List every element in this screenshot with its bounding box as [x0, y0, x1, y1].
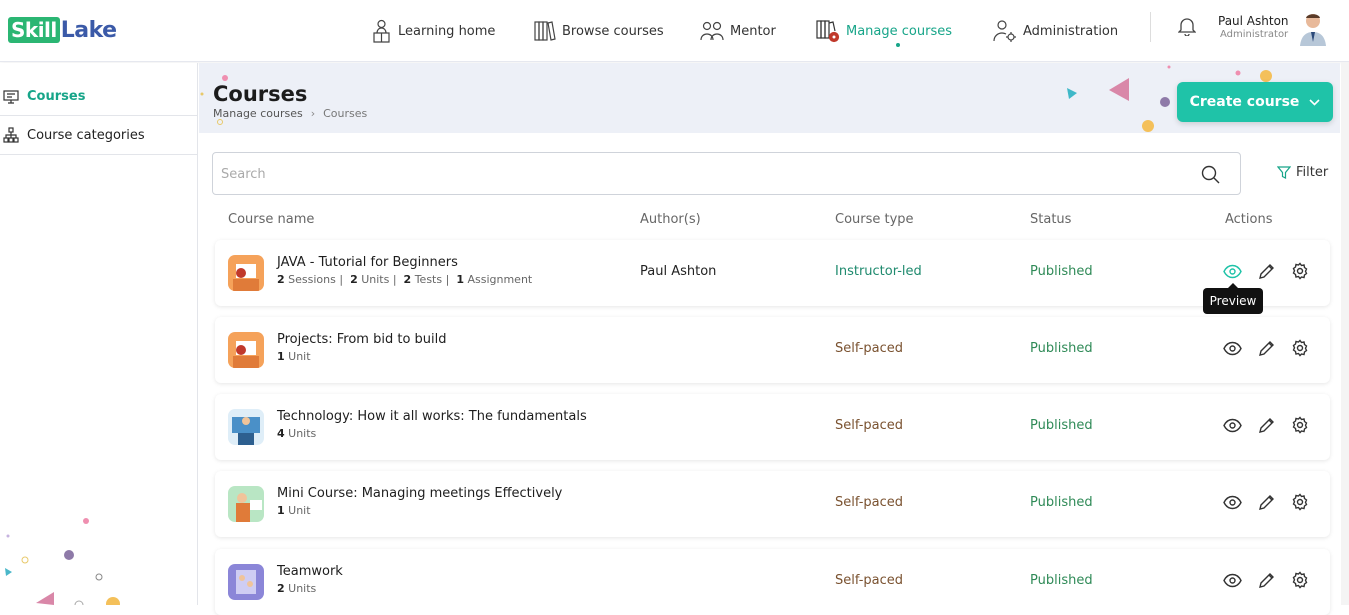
user-role: Administrator — [1220, 29, 1289, 40]
search-icon[interactable] — [1201, 165, 1220, 184]
course-type: Self-paced — [835, 495, 904, 510]
course-thumbnail — [228, 486, 264, 522]
table-row[interactable]: Mini Course: Managing meetings Effective… — [215, 471, 1330, 537]
learning-home-icon — [373, 19, 390, 43]
filter-icon — [1277, 166, 1291, 179]
course-status: Published — [1030, 341, 1093, 356]
course-title[interactable]: Projects: From bid to build — [277, 332, 447, 347]
sidebar: Courses Course categories — [0, 63, 198, 605]
preview-eye-icon[interactable] — [1223, 571, 1242, 590]
manage-courses-icon — [816, 20, 840, 43]
table-row[interactable]: JAVA - Tutorial for Beginners 2 Sessions… — [215, 240, 1330, 306]
settings-gear-icon[interactable] — [1291, 493, 1309, 511]
course-thumbnail — [228, 564, 264, 600]
nav-label: Manage courses — [846, 23, 952, 39]
scrollbar[interactable] — [1341, 62, 1349, 605]
create-course-button[interactable]: Create course — [1177, 82, 1333, 122]
nav-label: Mentor — [730, 23, 776, 39]
nav-label: Learning home — [398, 23, 496, 39]
sidebar-item-label: Course categories — [27, 127, 145, 143]
nav-browse-courses[interactable]: Browse courses — [534, 0, 664, 62]
course-thumbnail — [228, 332, 264, 368]
mentor-icon — [700, 21, 724, 41]
column-header-status: Status — [1030, 212, 1072, 227]
decorative-confetti — [200, 65, 1272, 132]
course-title[interactable]: Teamwork — [277, 564, 343, 579]
column-header-actions: Actions — [1225, 212, 1273, 227]
course-status: Published — [1030, 418, 1093, 433]
sidebar-item-course-categories[interactable]: Course categories — [0, 116, 197, 155]
preview-eye-icon[interactable] — [1223, 493, 1242, 512]
top-navigation-bar: Skill Lake Learning home Browse courses M… — [0, 0, 1349, 62]
settings-gear-icon[interactable] — [1291, 416, 1309, 434]
edit-pencil-icon[interactable] — [1258, 339, 1276, 357]
course-meta: 1 Unit — [277, 504, 311, 517]
course-status: Published — [1030, 264, 1093, 279]
search-input[interactable] — [221, 163, 1181, 185]
course-type: Instructor-led — [835, 264, 922, 279]
user-name[interactable]: Paul Ashton — [1218, 14, 1289, 28]
course-status: Published — [1030, 573, 1093, 588]
course-type: Self-paced — [835, 573, 904, 588]
course-title[interactable]: JAVA - Tutorial for Beginners — [277, 255, 458, 270]
edit-pencil-icon[interactable] — [1258, 416, 1276, 434]
edit-pencil-icon[interactable] — [1258, 262, 1276, 280]
course-title[interactable]: Mini Course: Managing meetings Effective… — [277, 486, 562, 501]
logo-text-lake: Lake — [60, 17, 117, 43]
column-header-course-type: Course type — [835, 212, 914, 227]
preview-eye-icon[interactable] — [1223, 262, 1242, 281]
nav-manage-courses[interactable]: Manage courses — [816, 0, 952, 62]
settings-gear-icon[interactable] — [1291, 339, 1309, 357]
edit-pencil-icon[interactable] — [1258, 493, 1276, 511]
nav-mentor[interactable]: Mentor — [700, 0, 776, 62]
filter-label: Filter — [1296, 165, 1329, 180]
course-meta: 1 Unit — [277, 350, 311, 363]
create-course-label: Create course — [1189, 94, 1300, 110]
column-header-authors: Author(s) — [640, 212, 701, 227]
sidebar-item-courses[interactable]: Courses — [0, 63, 197, 116]
edit-pencil-icon[interactable] — [1258, 571, 1276, 589]
course-status: Published — [1030, 495, 1093, 510]
skilllake-logo[interactable]: Skill Lake — [8, 15, 117, 45]
chevron-down-icon — [1309, 98, 1320, 106]
preview-eye-icon[interactable] — [1223, 416, 1242, 435]
course-type: Self-paced — [835, 418, 904, 433]
nav-administration[interactable]: Administration — [993, 0, 1118, 62]
decorative-confetti — [5, 518, 120, 605]
table-row[interactable]: Teamwork 2 Units Self-paced Published — [215, 549, 1330, 615]
nav-label: Browse courses — [562, 23, 664, 39]
monitor-icon — [3, 90, 19, 104]
course-meta: 4 Units — [277, 427, 317, 440]
course-author: Paul Ashton — [640, 264, 717, 279]
filter-button[interactable]: Filter — [1277, 165, 1328, 180]
user-avatar[interactable] — [1296, 10, 1330, 46]
nav-learning-home[interactable]: Learning home — [371, 0, 495, 62]
notifications-bell-icon[interactable] — [1177, 16, 1197, 40]
table-row[interactable]: Technology: How it all works: The fundam… — [215, 394, 1330, 460]
administration-icon — [993, 20, 1016, 42]
column-header-course-name: Course name — [228, 212, 315, 227]
hierarchy-icon — [3, 127, 19, 143]
nav-divider — [1150, 12, 1151, 42]
active-indicator-dot — [896, 43, 900, 47]
page-header: Courses Manage courses › Courses — [199, 63, 1340, 133]
course-title[interactable]: Technology: How it all works: The fundam… — [277, 409, 587, 424]
course-meta: 2 Sessions | 2 Units | 2 Tests | 1 Assig… — [277, 273, 533, 286]
course-thumbnail — [228, 255, 264, 291]
table-row[interactable]: Projects: From bid to build 1 Unit Self-… — [215, 317, 1330, 383]
settings-gear-icon[interactable] — [1291, 262, 1309, 280]
course-thumbnail — [228, 409, 264, 445]
course-type: Self-paced — [835, 341, 904, 356]
preview-eye-icon[interactable] — [1223, 339, 1242, 358]
preview-tooltip: Preview — [1203, 283, 1263, 314]
settings-gear-icon[interactable] — [1291, 571, 1309, 589]
nav-label: Administration — [1023, 23, 1119, 39]
sidebar-item-label: Courses — [27, 88, 86, 104]
books-icon — [534, 21, 556, 41]
course-meta: 2 Units — [277, 582, 317, 595]
logo-text-skill: Skill — [8, 17, 60, 43]
search-box — [212, 152, 1241, 195]
